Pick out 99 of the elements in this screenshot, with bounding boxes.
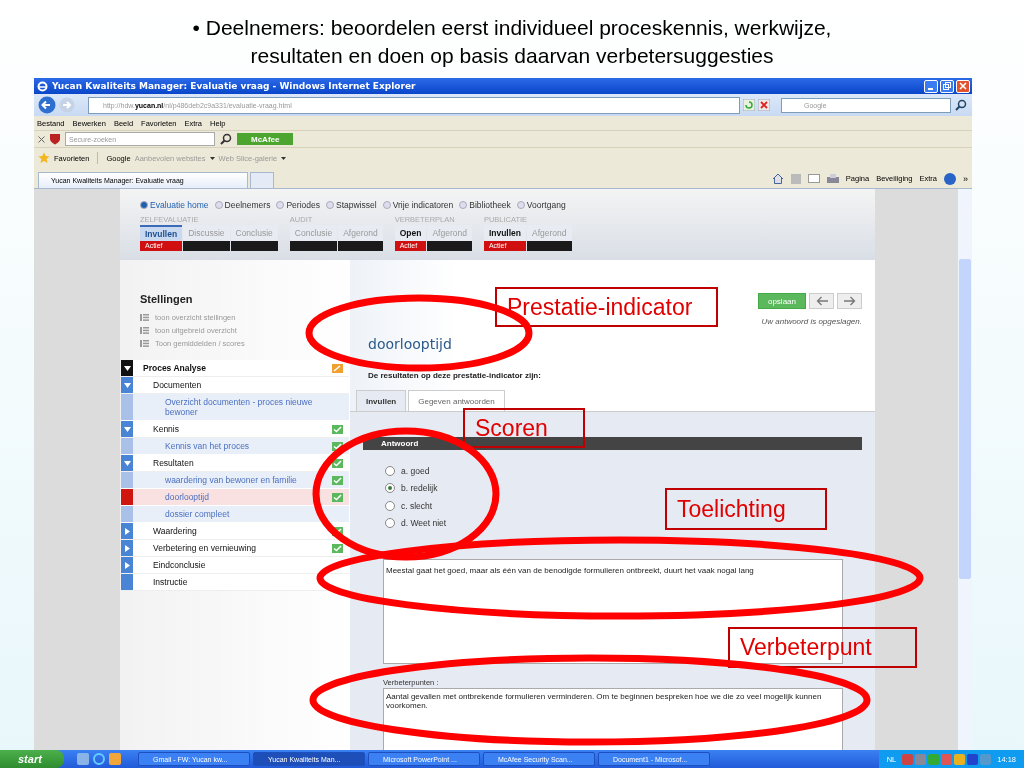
bullet-icon [516,200,525,209]
bullet-icon [140,200,148,209]
tab[interactable]: Invullen [356,390,407,411]
bullet-icon [326,200,334,209]
tree-item[interactable]: waardering van bewoner en familie [121,472,349,489]
tree-label: doorlooptijd [164,491,210,504]
shield-icon [49,133,61,145]
tree-label: dossier compleet [164,508,231,521]
search-icon[interactable] [219,132,233,146]
option-label: b. redelijk [401,483,438,494]
tree-label: Resultaten [152,457,195,470]
tree-item[interactable]: Eindconclusie [121,557,349,574]
tray-icon[interactable] [967,753,979,765]
new-tab-button[interactable] [250,172,274,188]
tree-label: Verbetering en vernieuwing [152,542,257,555]
arrow-left-icon[interactable] [815,296,828,306]
bullet-icon [459,200,468,209]
nav-link[interactable]: Stapwissel [326,199,377,210]
media-icon[interactable] [109,753,121,765]
tree-label: waardering van bewoner en familie [164,474,298,487]
radio-button[interactable] [385,518,395,529]
close-icon[interactable] [38,135,45,143]
callout-label: Scoren [463,408,585,448]
tree-label: Kennis van het proces [164,440,251,453]
printer-icon[interactable] [826,173,839,184]
callout-label: Verbeterpunt [728,627,917,668]
tree-label: Instructie [152,576,189,589]
overflow-button[interactable]: » [963,173,968,184]
tray-icon[interactable] [954,753,966,765]
tree-label: Waardering [152,525,198,538]
scrollbar[interactable] [958,189,972,750]
list-icon [140,314,149,321]
nav-link[interactable]: Bibliotheek [459,199,511,210]
mail-icon[interactable] [807,174,820,183]
tray-icon[interactable] [902,753,914,765]
tree-item[interactable]: Kennis van het proces [121,438,349,455]
browser-icon[interactable] [93,753,105,765]
refresh-icon[interactable] [743,99,755,111]
list-icon [140,340,149,347]
answer-header: Antwoord [363,437,862,450]
bullet-icon [276,200,285,209]
list-icon [140,327,149,334]
tree-item[interactable]: Overzicht documenten - proces nieuwe bewoner [121,394,349,421]
back-icon[interactable] [38,96,56,114]
radio-button[interactable] [385,465,395,476]
desktop-icon[interactable] [77,753,89,765]
nav-link[interactable]: Deelnemers [214,199,271,210]
slide-title-line: resultaten en doen op basis daarvan verbetersuggesties [249,43,775,69]
question-title: doorlooptijd [367,336,453,352]
collapse-icon[interactable] [124,561,130,569]
expand-icon[interactable] [123,365,131,371]
tree-item[interactable]: Verbetering en vernieuwing [121,540,349,557]
star-icon [38,152,50,164]
tree-item[interactable]: dossier compleet [121,506,349,523]
tree-label: Kennis [152,423,180,436]
slide-title-line: • Deelnemers: beoordelen eerst individueel proceskennis, werkwijze, [191,15,833,41]
search-icon[interactable] [954,98,968,112]
bullet-icon [382,200,391,209]
question-intro: De resultaten op deze prestatie-indicator zijn: [367,371,542,380]
save-message: Uw antwoord is opgeslagen. [761,317,862,326]
phase-tab[interactable]: Invullen [140,225,183,241]
caret-icon[interactable] [281,156,287,160]
arrow-right-icon[interactable] [843,296,856,306]
option-label: a. goed [401,465,430,476]
caret-icon[interactable] [209,156,215,160]
nav-link[interactable]: Voortgang [516,199,566,210]
phase-tab[interactable]: Open [394,225,427,241]
tree-label: Proces Analyse [142,362,207,375]
phase-tab[interactable]: Invullen [483,225,526,241]
nav-link[interactable]: Evaluatie home [140,199,209,210]
collapse-icon[interactable] [124,527,130,535]
radio-button[interactable] [385,483,395,494]
tree-label: Documenten [152,379,203,392]
tree-item[interactable]: doorlooptijd [121,489,349,506]
tree-label: Eindconclusie [152,559,207,572]
tab[interactable]: Gegeven antwoorden [408,390,505,411]
help-icon[interactable] [944,172,956,185]
home-icon[interactable] [771,173,784,184]
nav-link[interactable]: Periodes [276,199,320,210]
next-button[interactable] [837,293,862,309]
previous-button[interactable] [809,293,834,309]
nav-link[interactable]: Vrije indicatoren [382,199,454,210]
tree-label: Overzicht documenten - proces nieuwe bewoner [164,396,314,419]
tree-item[interactable]: Documenten [121,377,349,394]
tree-item[interactable]: Proces Analyse [121,360,349,377]
option-label: c. slecht [401,500,433,511]
option-label: d. Weet niet [401,518,447,529]
browser-logo-icon [37,80,48,92]
tree-item[interactable]: Instructie [121,574,349,591]
tree-item[interactable]: Resultaten [121,455,349,472]
stop-icon[interactable] [758,99,770,111]
callout-label: Prestatie-indicator [495,287,718,327]
tree-item[interactable]: Kennis [121,421,349,438]
bullet-icon [214,200,223,209]
window-title: Yucan Kwaliteits Manager: Evaluatie vraag - Windows Internet Explorer [52,81,416,91]
radio-button[interactable] [385,500,395,511]
callout-label: Toelichting [665,488,827,530]
collapse-icon[interactable] [124,544,130,552]
sidebar-title: Stellingen [139,293,194,305]
